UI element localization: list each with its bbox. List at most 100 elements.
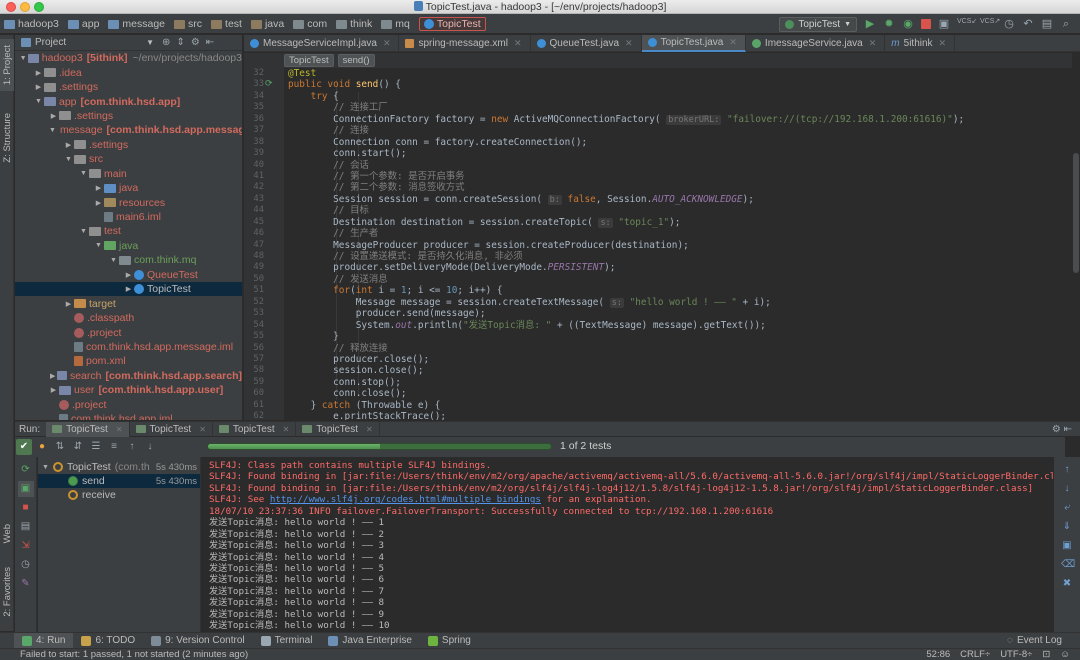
history-icon[interactable]: ◷ [1003,18,1015,30]
close-icon[interactable]: ✕ [383,38,391,49]
collapsed-arrow-icon[interactable]: ▶ [34,83,43,91]
rerun-failed-icon[interactable]: ▣ [17,481,34,497]
test-tree-item[interactable]: send 5s 430ms [38,474,200,488]
gear-icon[interactable]: ⚙ ⇤ [1052,424,1072,435]
editor-tab[interactable]: TopicTest.java ✕ [641,35,746,52]
expanded-arrow-icon[interactable]: ▼ [94,242,103,249]
tree-item[interactable]: ▶ resources [15,195,242,209]
tree-item[interactable]: ▼ src [15,152,242,166]
tool-window-button[interactable]: 6: TODO [73,633,143,649]
tree-item[interactable]: ▶ TopicTest [15,282,242,297]
tree-item[interactable]: .classpath [15,311,242,325]
rerun-icon[interactable]: ⟳ [20,464,32,476]
tree-item[interactable]: ▶ user [com.think.hsd.app.user] [15,383,242,397]
tree-item[interactable]: ▶ .settings [15,80,242,94]
print-icon[interactable]: ▣ [1061,540,1073,552]
collapsed-arrow-icon[interactable]: ▶ [94,199,103,207]
hide-panel-icon[interactable]: ⇤ [206,37,214,48]
tree-item[interactable]: ▼ hadoop3 [5ithink] ~/env/projects/hadoop3 [15,51,242,65]
tree-item[interactable]: pom.xml [15,354,242,368]
caret-position[interactable]: 52:86 [926,649,950,660]
breadcrumb-item[interactable]: think [336,18,381,30]
collapsed-arrow-icon[interactable]: ▶ [49,112,58,120]
code-editor[interactable]: TopicTest send() 32 @Test 33 ⟳ public void … [244,53,1080,420]
tree-item[interactable]: com.think.hsd.app.message.iml [15,340,242,354]
tool-window-button[interactable]: 9: Version Control [143,633,253,649]
breadcrumb-item[interactable]: java [250,18,293,30]
editor-tab[interactable]: m 5ithink ✕ [885,35,956,52]
tree-item[interactable]: ▶ target [15,296,242,310]
close-icon[interactable]: ✕ [869,38,877,49]
collapsed-arrow-icon[interactable]: ▶ [124,285,133,293]
tree-item[interactable]: ▼ main [15,167,242,181]
expanded-arrow-icon[interactable]: ▼ [64,156,73,163]
toggle-auto-test-icon[interactable]: ▤ [20,521,32,533]
run-tab[interactable]: TopicTest ✕ [130,421,213,437]
collapsed-arrow-icon[interactable]: ▶ [94,184,103,192]
import-tests-icon[interactable]: ⇲ [20,540,32,552]
breadcrumb-item[interactable]: message [108,18,174,30]
close-icon[interactable]: ✕ [116,425,123,434]
close-icon[interactable]: ✕ [514,38,522,49]
tool-window-button[interactable]: Terminal [253,633,321,649]
close-icon[interactable]: ✕ [625,38,633,49]
run-configuration-dropdown[interactable]: TopicTest ▼ [779,16,857,32]
scrollbar-thumb[interactable] [1073,153,1079,273]
previous-failed-icon[interactable]: ↑ [124,439,140,455]
tree-item[interactable]: ▶ .settings [15,138,242,152]
tool-window-button[interactable]: Spring [420,633,479,649]
vcs-commit-icon[interactable]: VCS↗ [980,18,1000,30]
tree-item[interactable]: .project [15,325,242,339]
console-output[interactable]: SLF4J: Class path contains multiple SLF4… [202,457,1053,632]
trash-icon[interactable]: ✖ [1061,578,1073,590]
tree-item[interactable]: main6.iml [15,210,242,224]
close-icon[interactable]: ✕ [729,37,737,48]
editor-tab[interactable]: spring-message.xml ✕ [399,35,531,52]
breadcrumb-item[interactable]: hadoop3 [4,18,68,30]
tree-item[interactable]: ▶ .idea [15,65,242,79]
run-tab[interactable]: TopicTest ✕ [213,421,297,437]
editor-scrollbar[interactable] [1072,53,1080,420]
close-icon[interactable]: ✕ [283,425,290,434]
close-icon[interactable]: ✕ [199,425,206,434]
show-passed-icon[interactable]: ✔ [16,439,32,455]
close-icon[interactable]: ✕ [939,38,947,49]
web-tool-tab[interactable]: Web [0,517,14,551]
close-icon[interactable]: ✕ [366,425,373,434]
chevron-down-icon[interactable]: ▼ [146,38,154,47]
code-area[interactable]: 32 @Test 33 ⟳ public void send() { 34 try {… [244,68,1080,420]
debug-icon[interactable]: ✹ [883,18,895,30]
test-tree-item[interactable]: receive [38,488,200,502]
sort-alphabetically-icon[interactable]: ⇅ [52,439,68,455]
favorites-tool-tab[interactable]: 2: Favorites [0,557,14,627]
sort-by-duration-icon[interactable]: ⇵ [70,439,86,455]
test-history-icon[interactable]: ◷ [20,559,32,571]
tree-item[interactable]: ▼ message [com.think.hsd.app.message] [15,123,242,137]
gear-icon[interactable]: ⚙ [191,37,200,48]
breadcrumb-item[interactable]: TopicTest [418,17,486,31]
search-icon[interactable]: ⌕ [1060,18,1072,30]
line-separator[interactable]: CRLF÷ [960,649,990,660]
breadcrumb-item[interactable]: com [293,18,336,30]
tree-item[interactable]: ▼ test [15,224,242,238]
scroll-up-icon[interactable]: ↑ [1061,464,1073,476]
inspector-icon[interactable]: ☺ [1060,649,1070,660]
run-test-gutter-icon[interactable]: ⟳ [265,79,273,90]
breadcrumb-item[interactable]: src [174,18,211,30]
project-structure-icon[interactable]: ▣ [938,18,950,30]
tree-item[interactable]: ▼ java [15,239,242,253]
expanded-arrow-icon[interactable]: ▼ [79,228,88,235]
tree-item[interactable]: .project [15,398,242,412]
editor-tab[interactable]: MessageServiceImpl.java ✕ [244,35,400,52]
file-encoding[interactable]: UTF-8÷ [1000,649,1032,660]
breadcrumb-method[interactable]: send() [337,54,375,67]
tree-item[interactable]: ▼ com.think.mq [15,253,242,267]
stop-icon[interactable] [921,19,931,29]
collapsed-arrow-icon[interactable]: ▶ [124,271,133,279]
tree-item[interactable]: ▶ search [com.think.hsd.app.search] [15,369,242,383]
breadcrumb-item[interactable]: test [211,18,251,30]
breadcrumb-class[interactable]: TopicTest [284,54,334,67]
expanded-arrow-icon[interactable]: ▼ [79,170,88,177]
expand-all-icon[interactable]: ☰ [88,439,104,455]
collapsed-arrow-icon[interactable]: ▶ [49,372,56,380]
